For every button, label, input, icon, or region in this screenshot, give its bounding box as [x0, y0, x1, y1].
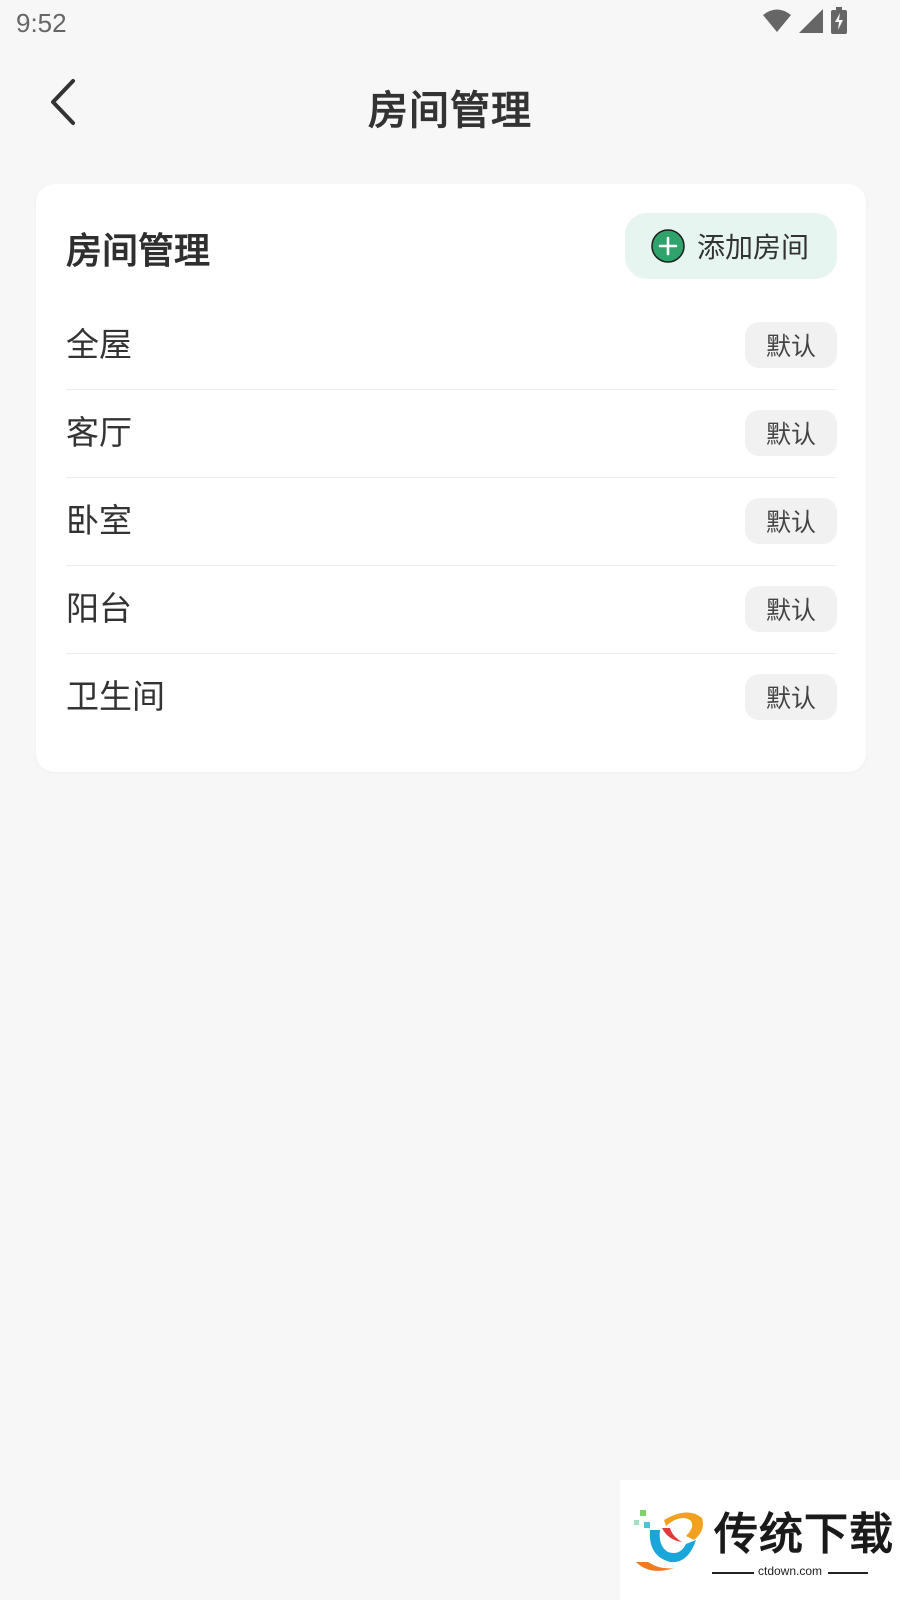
status-time: 9:52 — [16, 8, 67, 38]
watermark-rule — [828, 1572, 868, 1574]
cellular-signal-icon — [798, 8, 824, 38]
watermark-logo-icon — [630, 1500, 708, 1578]
watermark: 传统下载 ctdown.com — [620, 1480, 900, 1600]
room-name: 客厅 — [66, 413, 132, 452]
wifi-icon — [762, 8, 792, 38]
add-room-button[interactable]: 添加房间 — [625, 213, 837, 279]
watermark-domain: ctdown.com — [757, 1564, 823, 1578]
room-name: 卧室 — [66, 501, 132, 540]
room-management-screen: 9:52 房间管理 房间管理 添加房间 全屋 默认 客厅 默认 卧室 默认 阳台… — [0, 0, 900, 1600]
room-row[interactable]: 客厅 默认 — [66, 390, 837, 478]
plus-circle-icon — [651, 229, 685, 263]
room-name: 卫生间 — [66, 677, 165, 716]
room-name: 阳台 — [66, 589, 132, 628]
room-row[interactable]: 卧室 默认 — [66, 478, 837, 566]
room-row[interactable]: 卫生间 默认 — [66, 654, 837, 742]
default-badge: 默认 — [745, 586, 837, 632]
room-list: 全屋 默认 客厅 默认 卧室 默认 阳台 默认 卫生间 默认 — [66, 302, 837, 742]
battery-charging-icon — [830, 7, 848, 39]
watermark-brand: 传统下载 — [714, 1509, 894, 1560]
room-row[interactable]: 全屋 默认 — [66, 302, 837, 390]
room-row[interactable]: 阳台 默认 — [66, 566, 837, 654]
default-badge: 默认 — [745, 498, 837, 544]
default-badge: 默认 — [745, 410, 837, 456]
app-header: 房间管理 — [0, 62, 900, 148]
default-badge: 默认 — [745, 322, 837, 368]
page-title: 房间管理 — [368, 88, 532, 134]
status-bar: 9:52 — [0, 0, 900, 50]
add-room-label: 添加房间 — [697, 231, 810, 264]
room-management-card: 房间管理 添加房间 全屋 默认 客厅 默认 卧室 默认 阳台 默认 卫生间 默认 — [36, 184, 866, 772]
card-title: 房间管理 — [66, 231, 211, 272]
room-name: 全屋 — [66, 325, 132, 364]
status-icons — [762, 7, 848, 39]
default-badge: 默认 — [745, 674, 837, 720]
